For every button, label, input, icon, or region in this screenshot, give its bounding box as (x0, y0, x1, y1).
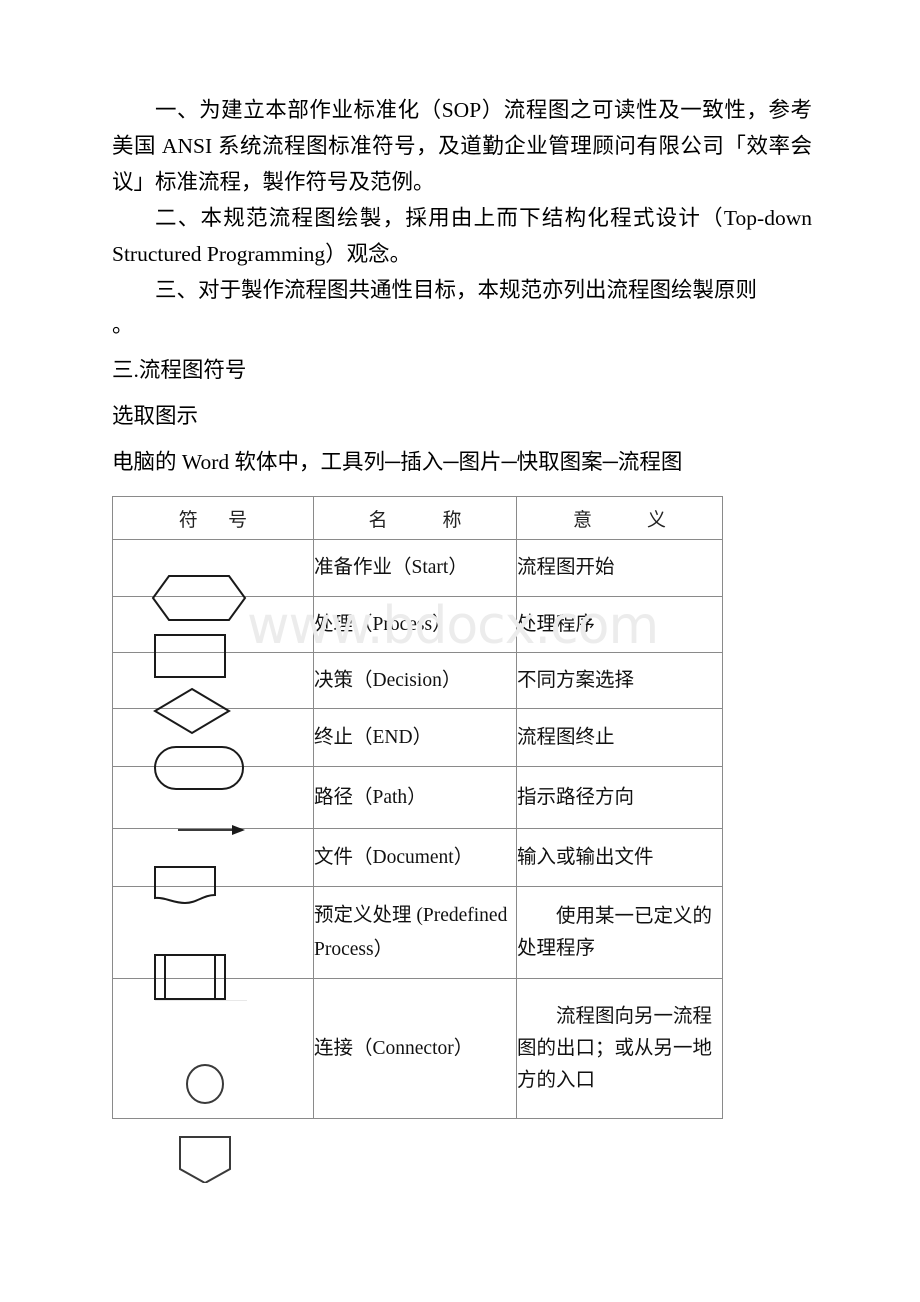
header-meaning: 意 义 (516, 496, 723, 540)
table-row: 预定义处理 (Predefined Process） 使用某一已定义的处理程序 (112, 886, 723, 1000)
symbol-meaning: 不同方案选择 (516, 652, 723, 709)
symbol-cell (112, 652, 314, 734)
symbol-meaning: 处理程序 (516, 596, 723, 653)
paragraph-three: 三、对于製作流程图共通性目标，本规范亦列出流程图绘製原则 (155, 278, 758, 302)
connector-shape (179, 1063, 231, 1183)
symbol-cell (112, 708, 314, 790)
table-row: 路径（Path） 指示路径方向 (112, 766, 723, 835)
instruction-line: 电脑的 Word 软体中，工具列─插入─图片─快取图案─流程图 (112, 450, 683, 474)
symbol-meaning: 使用某一已定义的处理程序 (516, 886, 723, 979)
header-name: 名 称 (313, 496, 517, 540)
paragraph-one: 一、为建立本部作业标准化（SOP）流程图之可读性及一致性，参考美国 ANSI 系… (112, 98, 812, 194)
symbol-cell (112, 886, 314, 1000)
table-header-row: 符 号 名 称 意 义 (112, 496, 723, 540)
paragraph-two: 二、本规范流程图绘製，採用由上而下结构化程式设计（Top-down Struct… (112, 206, 812, 266)
symbol-cell (112, 539, 314, 621)
table-row: 准备作业（Start） 流程图开始 (112, 539, 723, 621)
symbol-name: 路径（Path） (313, 766, 517, 829)
table-row: 文件（Document） 输入或输出文件 (112, 828, 723, 904)
symbol-name: 文件（Document） (313, 828, 517, 887)
symbol-cell (112, 828, 314, 904)
symbol-name: 预定义处理 (Predefined Process） (313, 886, 517, 979)
symbol-name: 处理（Process） (313, 596, 517, 653)
scan-artifact-line (155, 1000, 247, 1001)
symbol-name: 连接（Connector） (313, 978, 517, 1119)
prose-block: 一、为建立本部作业标准化（SOP）流程图之可读性及一致性，参考美国 ANSI 系… (112, 92, 812, 480)
symbol-cell (112, 766, 314, 835)
paragraph-three-period: 。 (112, 313, 134, 337)
table-row: 终止（END） 流程图终止 (112, 708, 723, 790)
symbol-name: 决策（Decision） (313, 652, 517, 709)
sub-heading: 选取图示 (112, 404, 199, 428)
document-page: www.bdocx.com 一、为建立本部作业标准化（SOP）流程图之可读性及一… (0, 0, 920, 1302)
flowchart-symbol-table: 符 号 名 称 意 义 准备作业（Start） 流程图开始 处理（Process… (112, 496, 723, 1183)
table-row: 决策（Decision） 不同方案选择 (112, 652, 723, 734)
symbol-cell (112, 596, 314, 678)
section-heading: 三.流程图符号 (112, 358, 247, 382)
table-row: 处理（Process） 处理程序 (112, 596, 723, 678)
header-symbol: 符 号 (112, 496, 314, 540)
symbol-meaning: 流程图开始 (516, 539, 723, 597)
symbol-meaning: 流程图向另一流程图的出口；或从另一地方的入口 (516, 978, 723, 1119)
symbol-name: 终止（END） (313, 708, 517, 767)
symbol-meaning: 指示路径方向 (516, 766, 723, 829)
symbol-meaning: 流程图终止 (516, 708, 723, 767)
symbol-meaning: 输入或输出文件 (516, 828, 723, 887)
symbol-name: 准备作业（Start） (313, 539, 517, 597)
